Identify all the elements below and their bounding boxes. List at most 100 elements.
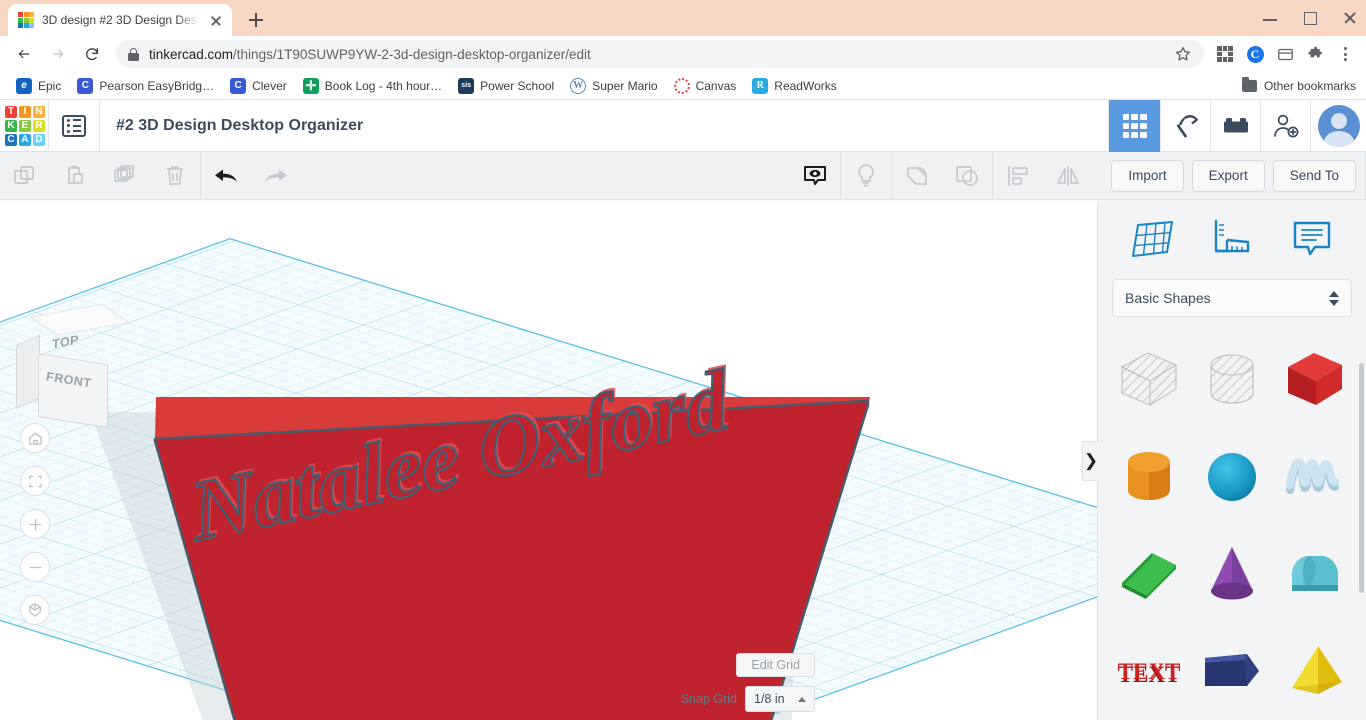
panel-scrollbar[interactable] [1359, 363, 1364, 715]
cone-shape[interactable] [1191, 525, 1274, 622]
bookmark-item[interactable]: W Super Mario [562, 75, 665, 97]
header-tools [1108, 100, 1366, 152]
view-cube[interactable]: TOP FRONT [22, 309, 114, 401]
user-avatar[interactable] [1310, 100, 1366, 152]
other-bookmarks-button[interactable]: Other bookmarks [1242, 79, 1356, 93]
snap-grid-row: Snap Grid 1/8 in [681, 686, 815, 712]
tab-strip: 3D design #2 3D Design Desktop [0, 0, 1366, 36]
maximize-icon[interactable] [1300, 8, 1320, 28]
undo-icon[interactable] [201, 152, 251, 200]
edit-toolbar: Import Export Send To [0, 152, 1366, 200]
add-person-icon[interactable] [1260, 100, 1310, 152]
export-button[interactable]: Export [1192, 160, 1265, 192]
polygon-shape[interactable] [1191, 622, 1274, 711]
cylinder-shape[interactable] [1108, 428, 1191, 525]
minimize-icon[interactable] [1260, 8, 1280, 28]
paste-icon[interactable] [50, 152, 100, 200]
logo-letter: K [5, 120, 17, 132]
browser-window: 3D design #2 3D Design Desktop [0, 0, 1366, 720]
duplicate-icon[interactable] [100, 152, 150, 200]
qr-code-icon[interactable] [1212, 41, 1238, 67]
pearson-icon: C [77, 78, 93, 94]
group-icon[interactable] [892, 152, 942, 200]
project-list-icon[interactable] [49, 100, 99, 152]
window-close-icon[interactable] [1340, 8, 1360, 28]
show-hide-eye-icon[interactable] [790, 152, 840, 200]
bookmark-star-icon[interactable] [1174, 45, 1192, 63]
scribble-shape[interactable] [1273, 428, 1356, 525]
bookmark-item[interactable]: ✛ Book Log - 4th hour… [295, 75, 450, 97]
workplane-icon[interactable] [1125, 212, 1179, 266]
mirror-icon[interactable] [1043, 152, 1093, 200]
shape-library-select[interactable]: Basic Shapes [1112, 279, 1352, 317]
pyramid-shape[interactable] [1273, 622, 1356, 711]
extension-c-icon[interactable]: C [1242, 41, 1268, 67]
ruler-icon[interactable] [1205, 212, 1259, 266]
address-bar[interactable]: tinkercad.com/things/1T90SUWP9YW-2-3d-de… [116, 40, 1204, 68]
notes-icon[interactable] [1285, 212, 1339, 266]
ungroup-icon[interactable] [942, 152, 992, 200]
url-path: /things/1T90SUWP9YW-2-3d-design-desktop-… [233, 47, 591, 62]
box-hole-shape[interactable] [1108, 331, 1191, 428]
snap-grid-select[interactable]: 1/8 in [745, 686, 815, 712]
extensions-puzzle-icon[interactable] [1302, 41, 1328, 67]
lego-brick-icon[interactable] [1210, 100, 1260, 152]
edit-grid-button[interactable]: Edit Grid [736, 653, 815, 677]
lightbulb-icon[interactable] [841, 152, 891, 200]
zoom-out-icon[interactable] [20, 552, 50, 582]
view-cube-front-face[interactable] [38, 353, 108, 428]
logo-letter: C [5, 134, 17, 146]
box-shape[interactable] [1273, 331, 1356, 428]
chevron-right-icon[interactable]: ❯ [1082, 441, 1099, 481]
shapes-panel: ❯ [1097, 201, 1366, 720]
roof-shape[interactable] [1108, 525, 1191, 622]
delete-trash-icon[interactable] [150, 152, 200, 200]
apps-grid-icon[interactable] [1108, 100, 1160, 152]
navigation-bar: tinkercad.com/things/1T90SUWP9YW-2-3d-de… [0, 36, 1366, 72]
logo-letter: D [33, 134, 45, 146]
import-button[interactable]: Import [1111, 160, 1183, 192]
sphere-shape[interactable] [1191, 428, 1274, 525]
redo-icon[interactable] [251, 152, 301, 200]
zoom-in-icon[interactable] [20, 509, 50, 539]
fit-to-view-icon[interactable] [20, 466, 50, 496]
align-icon[interactable] [993, 152, 1043, 200]
tinkercad-logo[interactable]: T I N K E R C A D [2, 103, 48, 149]
send-to-button[interactable]: Send To [1273, 160, 1356, 192]
browser-tab[interactable]: 3D design #2 3D Design Desktop [8, 4, 232, 36]
view-cube-side-face[interactable] [16, 335, 40, 409]
bookmark-item[interactable]: R ReadWorks [744, 75, 844, 97]
bookmark-label: Canvas [696, 79, 737, 93]
close-icon[interactable] [208, 12, 224, 28]
logo-letter: I [19, 106, 31, 118]
bookmarks-bar: e Epic C Pearson EasyBridg… C Clever ✛ B… [0, 72, 1366, 100]
home-view-icon[interactable] [20, 423, 50, 453]
new-tab-button[interactable] [242, 6, 270, 34]
copy-icon[interactable] [0, 152, 50, 200]
scrollbar-thumb[interactable] [1359, 363, 1364, 593]
design-canvas[interactable]: Workplane Natalee Oxford Natalee Oxford [0, 201, 1097, 720]
text-shape[interactable]: TEXT TEXT [1108, 622, 1191, 711]
bookmark-item[interactable]: sis Power School [450, 75, 562, 97]
shape-grid: TEXT TEXT [1098, 331, 1366, 711]
bookmark-item[interactable]: Canvas [666, 75, 745, 97]
readworks-icon: R [752, 78, 768, 94]
forward-button[interactable] [42, 38, 74, 70]
half-cylinder-shape[interactable] [1273, 525, 1356, 622]
tinkercad-favicon [18, 12, 34, 28]
toolbar-buttons: Import Export Send To [1111, 160, 1356, 192]
bookmark-item[interactable]: C Pearson EasyBridg… [69, 75, 222, 97]
payments-icon[interactable] [1272, 41, 1298, 67]
folder-icon [1242, 80, 1257, 92]
cylinder-hole-shape[interactable] [1191, 331, 1274, 428]
google-sheets-icon: ✛ [303, 78, 319, 94]
perspective-toggle-icon[interactable] [20, 595, 50, 625]
shape-library-value: Basic Shapes [1125, 290, 1339, 306]
browser-menu-icon[interactable] [1332, 41, 1358, 67]
bookmark-item[interactable]: C Clever [222, 75, 295, 97]
bookmark-item[interactable]: e Epic [8, 75, 69, 97]
back-button[interactable] [8, 38, 40, 70]
reload-button[interactable] [76, 38, 108, 70]
pickaxe-icon[interactable] [1160, 100, 1210, 152]
bookmark-label: Clever [252, 79, 287, 93]
